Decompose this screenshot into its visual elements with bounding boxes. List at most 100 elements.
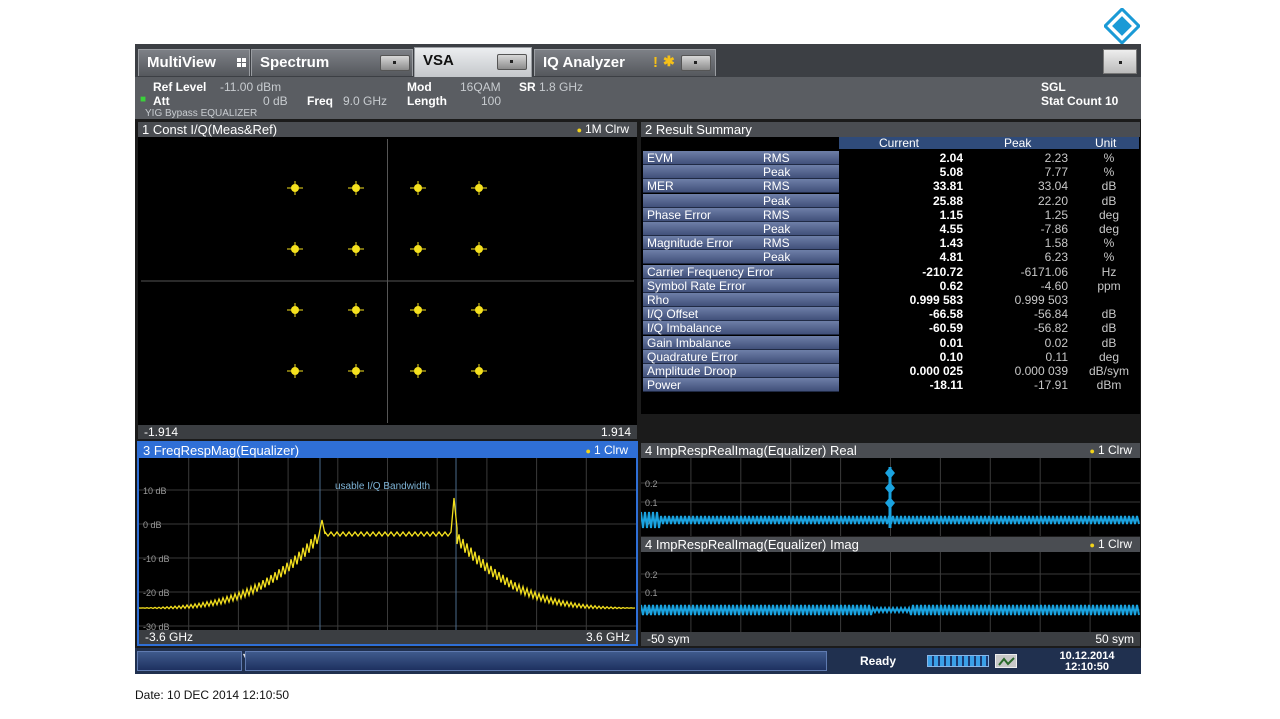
constellation-point [475,306,483,314]
constellation-point [352,367,360,375]
att-label: Att [153,94,170,108]
imp-resp-imag-panel[interactable]: 4 ImpRespRealImag(Equalizer) Imag 1 Clrw… [641,537,1140,646]
imp-resp-real-panel[interactable]: 4 ImpRespRealImag(Equalizer) Real 1 Clrw… [641,443,1140,536]
unit-value: dB [1101,335,1117,350]
x-axis-max: 3.6 GHz [585,630,630,644]
ref-level-value: -11.00 dBm [220,80,282,94]
row-name: I/Q Imbalance [647,321,722,336]
current-value: 1.43 [939,236,963,251]
sweep-mode: SGL [1041,80,1066,94]
row-label-cell: I/Q Imbalance [643,321,839,336]
current-value: 0.999 583 [909,293,963,307]
unit-value: dB [1101,307,1117,322]
panel-footer: -3.6 GHz 3.6 GHz [139,630,636,644]
panel-footer: -1.914 1.914 [138,425,637,439]
status-message-field[interactable] [245,651,827,671]
imp-resp-real-marker [885,467,895,479]
row-subtype: RMS [763,236,790,251]
unit-value: dB [1101,321,1117,336]
unit-value: dBm [1096,378,1122,393]
y-tick-label: -10 dB [143,554,170,564]
current-value: 0.62 [939,278,963,293]
table-header: Current Peak Unit [839,137,1139,149]
current-value: 0.01 [939,335,963,350]
imp-resp-real-plot: 0.20.10 [641,458,1140,536]
table-row: MER RMS 33.81 33.04 dB [643,179,1139,194]
status-segment-left[interactable] [137,651,242,671]
tab-iq-analyzer[interactable]: IQ Analyzer ! ✱ [534,49,716,76]
peak-value: 0.000 039 [1014,364,1068,378]
peak-value: 6.23 [1044,250,1068,265]
length-label: Length [407,94,447,108]
progress-indicator [927,655,989,667]
unit-value: dB [1101,179,1117,194]
row-label-cell: Phase Error RMS [643,207,839,222]
yig-status: YIG Bypass EQUALIZER [145,108,258,119]
table-row: Power -18.11 -17.91 dBm [643,378,1139,393]
current-value: -66.58 [928,307,963,322]
result-summary-panel[interactable]: 2 Result Summary Current Peak Unit EVM RM… [641,122,1140,414]
table-row: Peak 4.81 6.23% [643,250,1139,265]
row-name: MER [647,179,674,194]
row-label-cell: EVM RMS [643,151,839,165]
window-menu-button[interactable] [1103,49,1137,74]
unit-value: deg [1098,222,1120,236]
stat-count: Stat Count 10 [1041,94,1119,108]
constellation-point [352,184,360,192]
imp-resp-imag-plot: 0.20.10 [641,552,1140,632]
tab-bar: MultiView Spectrum VSA IQ Analyzer ! ✱ [135,44,1141,77]
peak-value: 33.04 [1037,179,1068,194]
row-subtype: Peak [763,250,791,265]
constellation-point [352,245,360,253]
unit-value: deg [1098,207,1120,222]
mod-label: Mod [407,80,432,94]
tab-menu-button[interactable] [681,55,711,71]
result-table: Current Peak Unit EVM RMS 2.04 2.23% Peak 5.0… [641,137,1140,414]
unit-value: ppm [1097,278,1121,293]
tab-menu-button[interactable] [380,55,410,71]
table-row: I/Q Offset -66.58 -56.84 dB [643,307,1139,322]
table-row: Rho 0.999 583 0.999 503 [643,293,1139,307]
tab-multiview[interactable]: MultiView [138,49,250,76]
network-icon [995,654,1017,668]
row-name: Carrier Frequency Error [647,264,774,279]
constellation-point [414,245,422,253]
peak-value: -56.84 [1033,307,1068,322]
current-value: 1.15 [939,207,963,222]
constellation-panel[interactable]: 1 Const I/Q(Meas&Ref) 1M Clrw -1.914 1.9… [138,122,637,439]
y-tick-label: 0.1 [645,588,658,598]
att-value: 0 dB [263,94,288,108]
row-subtype: RMS [763,179,790,194]
row-name: Quadrature Error [647,349,738,364]
length-value: 100 [481,94,502,108]
y-tick-label: -20 dB [143,588,170,598]
constellation-point [475,367,483,375]
table-row: EVM RMS 2.04 2.23% [643,151,1139,165]
row-name: Gain Imbalance [647,335,732,350]
row-subtype: RMS [763,207,790,222]
peak-value: -56.82 [1033,321,1068,336]
current-value: 2.04 [939,151,963,165]
tab-menu-button[interactable] [497,54,527,70]
settings-bar: Ref Level -11.00 dBm ■ Att 0 dB Freq 9.0… [135,77,1141,119]
current-value: 4.55 [939,222,963,236]
tab-spectrum[interactable]: Spectrum [251,49,413,76]
imp-resp-real-marker [885,497,895,509]
constellation-point [352,306,360,314]
peak-value: 0.999 503 [1014,293,1068,307]
freq-resp-panel[interactable]: 3 FreqRespMag(Equalizer) 1 Clrw 10 dB0 d… [137,441,638,646]
row-name: Amplitude Droop [647,364,737,378]
current-value: 25.88 [932,193,963,208]
constellation-point [291,184,299,192]
peak-value: -17.91 [1033,378,1068,393]
row-label-cell: Amplitude Droop [643,364,839,378]
table-row: Peak 4.55 -7.86 deg [643,222,1139,236]
x-axis-min: -1.914 [144,425,179,439]
current-value: -60.59 [928,321,963,336]
row-label-cell: MER RMS [643,179,839,194]
grid-icon [237,58,246,67]
tab-vsa[interactable]: VSA [414,47,532,77]
current-value: 5.08 [939,165,963,180]
current-value: -210.72 [922,264,963,279]
sr-label: SR [519,80,536,94]
